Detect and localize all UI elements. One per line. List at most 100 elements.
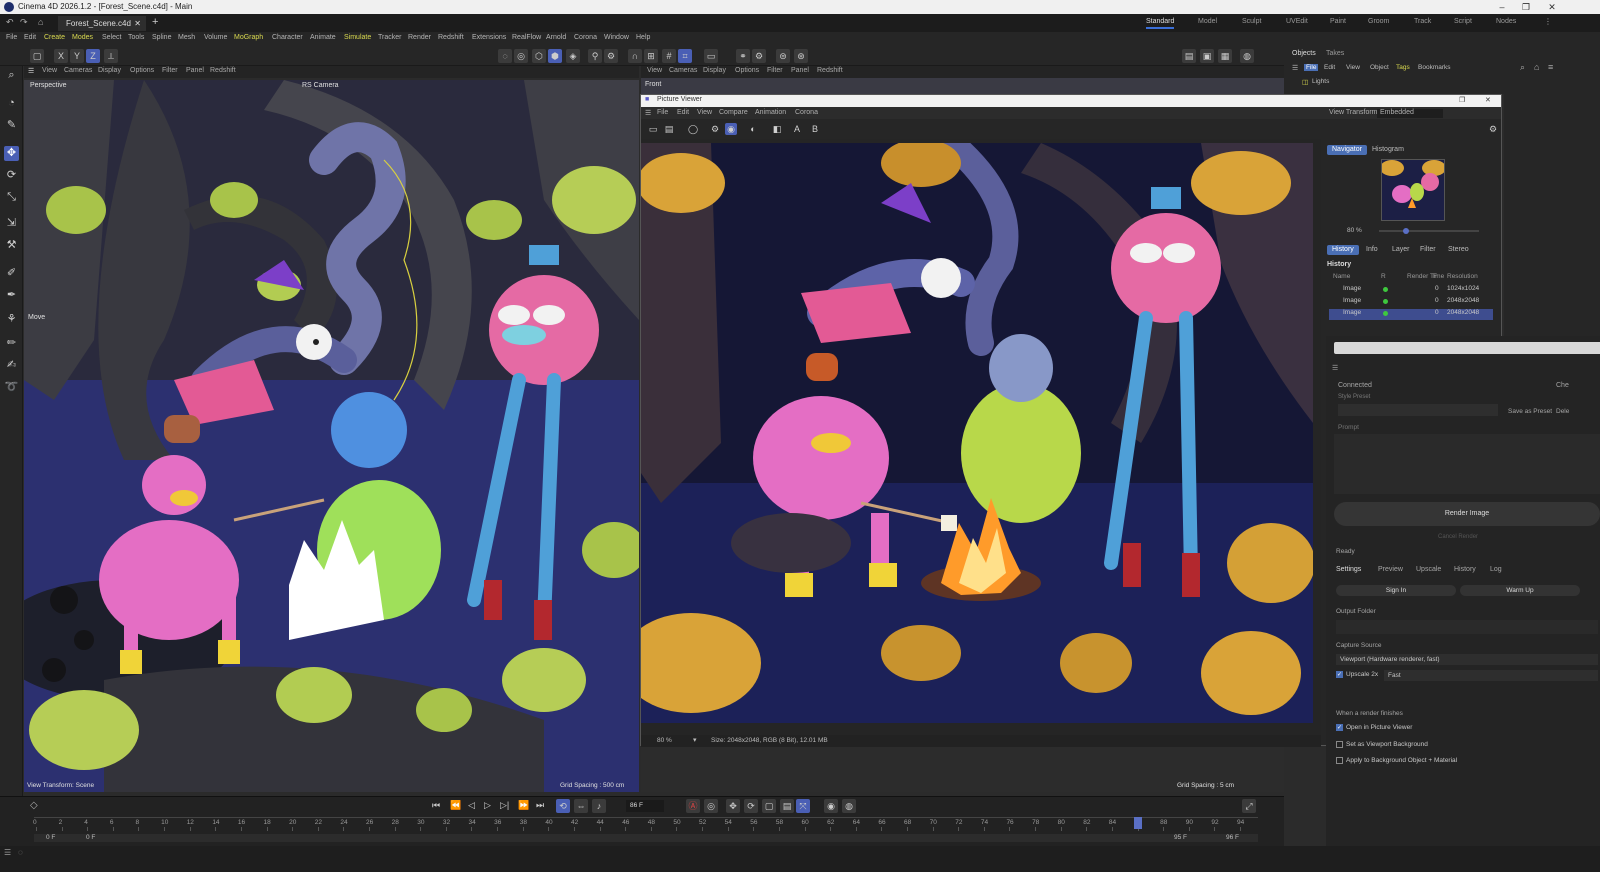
rendered-image[interactable] — [641, 143, 1313, 723]
rotate-tool-icon[interactable]: ⟳ — [4, 168, 19, 183]
compare-icon[interactable]: ◧ — [771, 123, 783, 135]
uv-mode-icon[interactable]: ◈ — [566, 49, 580, 63]
tab-filter[interactable]: Filter — [1415, 245, 1441, 255]
layout-tab-track[interactable]: Track — [1414, 18, 1431, 25]
tab-settings[interactable]: Settings — [1336, 566, 1361, 573]
knife-icon[interactable]: ⚒ — [4, 238, 19, 253]
tab-objects[interactable]: Objects — [1292, 50, 1316, 57]
paint-select-icon[interactable]: ✎ — [4, 118, 19, 133]
output-folder-field[interactable] — [1336, 620, 1598, 634]
menu-mograph[interactable]: MoGraph — [234, 34, 263, 41]
menu-edit[interactable]: Edit — [24, 34, 36, 41]
menu-create[interactable]: Create — [44, 34, 65, 41]
settings-icon[interactable]: ⚙ — [752, 49, 766, 63]
picture-viewer-titlebar[interactable]: ■ Picture Viewer ❐ ✕ — [641, 95, 1501, 107]
close-icon[interactable]: ✕ — [1546, 1, 1558, 13]
record-icon[interactable]: ⊜ — [776, 49, 790, 63]
sign-in-button[interactable]: Sign In — [1336, 585, 1456, 596]
workplane-icon[interactable]: ⊞ — [644, 49, 658, 63]
edges-mode-icon[interactable]: ◎ — [514, 49, 528, 63]
redo-icon[interactable]: ↷ — [20, 17, 28, 28]
menu-modes[interactable]: Modes — [72, 34, 93, 41]
status-help-icon[interactable]: ◌ — [18, 848, 23, 857]
style-preset-select[interactable] — [1338, 404, 1498, 416]
menu-corona[interactable]: Corona — [574, 34, 597, 41]
pv-maximize-icon[interactable]: ❐ — [1459, 96, 1465, 104]
lasso-icon[interactable]: ➰ — [4, 380, 19, 395]
menu-volume[interactable]: Volume — [204, 34, 227, 41]
minimize-icon[interactable]: – — [1496, 1, 1508, 13]
menu-extensions[interactable]: Extensions — [472, 34, 506, 41]
vp-right-menu-cameras[interactable]: Cameras — [669, 67, 697, 74]
render-image-button[interactable]: Render Image — [1334, 502, 1600, 526]
tab-history[interactable]: History — [1454, 566, 1476, 573]
move-tool-icon[interactable]: ✥ — [4, 146, 19, 161]
vp-left-menu-view[interactable]: View — [42, 67, 57, 74]
picture-viewer-icon[interactable]: ◍ — [1240, 49, 1254, 63]
object-mode-icon[interactable]: ⬢ — [548, 49, 562, 63]
symmetry-icon[interactable]: ⚭ — [736, 49, 750, 63]
playhead-handle[interactable] — [1133, 817, 1142, 829]
vp-right-menu-redshift[interactable]: Redshift — [817, 67, 843, 74]
polygons-mode-icon[interactable]: ⬡ — [532, 49, 546, 63]
menu-arnold[interactable]: Arnold — [546, 34, 566, 41]
vp-left-menu-cameras[interactable]: Cameras — [64, 67, 92, 74]
points-mode-icon[interactable]: ◌ — [498, 49, 512, 63]
front-viewport-bottom[interactable]: Grid Spacing : 5 cm — [641, 746, 1284, 792]
preview-start[interactable]: 0 F — [86, 834, 95, 841]
menu-animate[interactable]: Animate — [310, 34, 336, 41]
check-button[interactable]: Che — [1556, 382, 1569, 389]
delete-preset-button[interactable]: Dele — [1556, 408, 1569, 415]
snap-settings-icon[interactable]: ⚙ — [604, 49, 618, 63]
render-settings-icon[interactable]: ▦ — [1218, 49, 1232, 63]
menu-select[interactable]: Select — [102, 34, 121, 41]
open-picture-viewer-option[interactable]: ✓ Open in Picture Viewer — [1336, 724, 1412, 731]
tab-log[interactable]: Log — [1490, 566, 1502, 573]
vp-right-menu-options[interactable]: Options — [735, 67, 759, 74]
checkbox-checked[interactable]: ✓ — [1336, 724, 1343, 731]
navigator-zoom[interactable]: 80 % — [1347, 227, 1362, 234]
objects-search-icon[interactable]: ⌕ — [1520, 62, 1525, 73]
menu-tracker[interactable]: Tracker — [378, 34, 401, 41]
vp-right-menu-panel[interactable]: Panel — [791, 67, 809, 74]
vp-left-menu-options[interactable]: Options — [130, 67, 154, 74]
sculpt-icon[interactable]: ⚘ — [4, 312, 19, 327]
checkbox-checked[interactable]: ✓ — [1336, 671, 1343, 678]
paint-icon[interactable]: ✏ — [4, 336, 19, 351]
objects-menu-edit[interactable]: Edit — [1324, 64, 1335, 71]
axis-y-button[interactable]: Y — [70, 49, 84, 63]
objects-filter-icon[interactable]: ≡ — [1548, 62, 1553, 72]
zoom-dropdown-icon[interactable]: ▾ — [693, 736, 697, 744]
tab-stereo[interactable]: Stereo — [1443, 245, 1474, 255]
menu-spline[interactable]: Spline — [152, 34, 171, 41]
objects-menu-icon[interactable]: ☰ — [1292, 64, 1298, 72]
filter-icon[interactable]: ◐ — [747, 123, 759, 135]
front-viewport-strip[interactable]: Front — [641, 78, 1284, 94]
magnet-icon[interactable]: ∩ — [628, 49, 642, 63]
tab-preview[interactable]: Preview — [1378, 566, 1403, 573]
transform-icon[interactable]: ⇲ — [4, 216, 19, 231]
vp-left-menu-panel[interactable]: Panel — [186, 67, 204, 74]
tab-info[interactable]: Info — [1361, 245, 1383, 255]
render-view-icon[interactable]: ▤ — [1182, 49, 1196, 63]
objects-home-icon[interactable]: ⌂ — [1534, 62, 1539, 72]
tab-history[interactable]: History — [1327, 245, 1359, 255]
history-row-selected[interactable]: Image 0 2048x2048 — [1329, 309, 1493, 320]
navigator-zoom-slider[interactable] — [1379, 228, 1479, 234]
menu-character[interactable]: Character — [272, 34, 303, 41]
checkbox-unchecked[interactable] — [1336, 741, 1343, 748]
pv-menu-compare[interactable]: Compare — [719, 109, 748, 116]
search-icon[interactable]: ⌕ — [4, 68, 19, 83]
pv-menu-edit[interactable]: Edit — [677, 109, 689, 116]
render-region-icon[interactable]: ▭ — [704, 49, 718, 63]
layout-tab-paint[interactable]: Paint — [1330, 18, 1346, 25]
tab-layer[interactable]: Layer — [1387, 245, 1415, 255]
prompt-textarea[interactable] — [1334, 434, 1600, 494]
pv-menu-corona[interactable]: Corona — [795, 109, 818, 116]
vp-right-menu-filter[interactable]: Filter — [767, 67, 783, 74]
pv-close-icon[interactable]: ✕ — [1485, 96, 1491, 104]
stop-render-icon[interactable]: ◯ — [687, 123, 699, 135]
menu-help[interactable]: Help — [636, 34, 650, 41]
view-transform-select[interactable]: Embedded — [1377, 109, 1443, 118]
axis-x-button[interactable]: X — [54, 49, 68, 63]
